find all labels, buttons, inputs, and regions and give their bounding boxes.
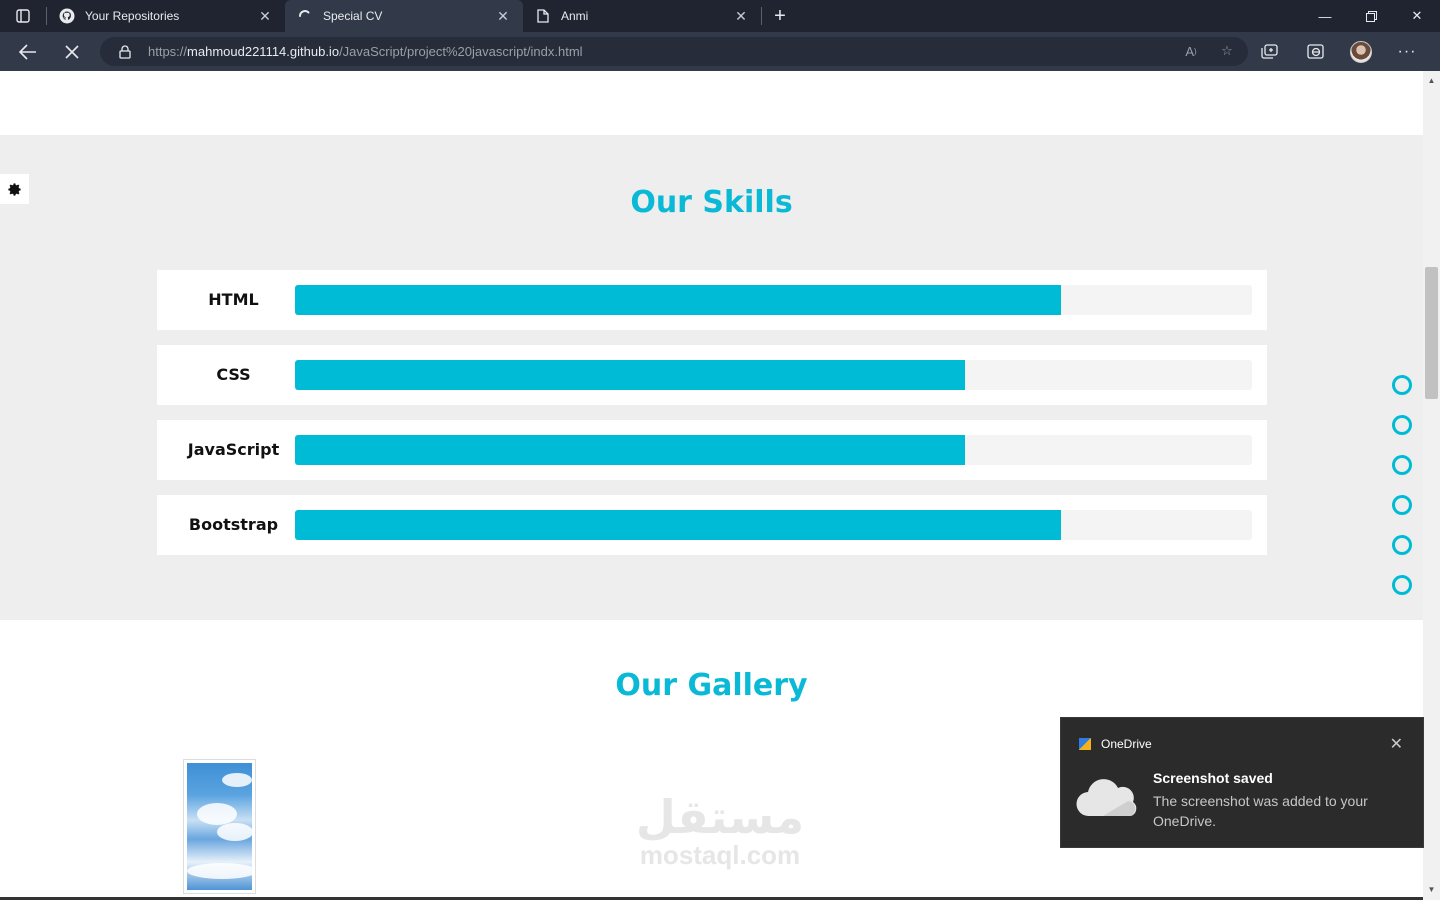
scroll-down-arrow-icon[interactable]: ▼ — [1427, 885, 1436, 894]
nav-bullet[interactable] — [1392, 415, 1412, 435]
browser-window: Your Repositories ✕ Special CV ✕ Anmi ✕ … — [0, 0, 1440, 900]
address-bar-icons: A) ☆ — [1182, 41, 1236, 61]
skill-progress-fill — [295, 285, 1061, 315]
notification-title: Screenshot saved — [1153, 770, 1273, 786]
settings-toggle-button[interactable] — [0, 174, 29, 204]
nav-bullet[interactable] — [1392, 535, 1412, 555]
skill-progress-track — [295, 435, 1252, 465]
url-path: /JavaScript/project%20javascript/indx.ht… — [339, 44, 583, 59]
notification-body: The screenshot was added to your OneDriv… — [1153, 793, 1368, 829]
skill-progress-track — [295, 285, 1252, 315]
tab-title: Anmi — [561, 9, 589, 23]
internet-explorer-mode-button[interactable] — [1292, 32, 1338, 71]
skill-name: JavaScript — [187, 440, 280, 459]
read-aloud-icon[interactable]: A) — [1182, 41, 1200, 61]
skill-progress-fill — [295, 435, 965, 465]
ie-mode-icon — [1306, 44, 1324, 59]
new-tab-button[interactable]: + — [762, 0, 798, 32]
close-notification-icon[interactable]: ✕ — [1390, 734, 1403, 754]
favorite-star-icon[interactable]: ☆ — [1218, 41, 1236, 61]
tab-strip: Your Repositories ✕ Special CV ✕ Anmi ✕ … — [0, 0, 1440, 32]
navigation-toolbar: https://mahmoud221114.github.io/JavaScri… — [0, 32, 1440, 71]
settings-and-more-button[interactable]: ··· — [1384, 32, 1430, 71]
close-icon: ✕ — [1411, 8, 1423, 23]
restore-icon — [1365, 10, 1377, 22]
skills-section: Our Skills HTML CSS JavaScript Bootstrap — [0, 135, 1423, 620]
onedrive-cloud-icon — [1076, 779, 1137, 817]
tab-special-cv[interactable]: Special CV ✕ — [285, 0, 523, 32]
skill-row-html: HTML — [157, 270, 1267, 330]
stop-icon — [65, 44, 79, 59]
plus-icon: + — [774, 4, 786, 27]
watermark-english: mostaql.com — [639, 840, 801, 870]
cloud-shape — [217, 823, 252, 841]
profile-button[interactable] — [1338, 32, 1384, 71]
skill-row-javascript: JavaScript — [157, 420, 1267, 480]
skills-title: Our Skills — [630, 185, 793, 220]
close-tab-icon[interactable]: ✕ — [495, 8, 511, 24]
skill-progress-track — [295, 360, 1252, 390]
skill-name: Bootstrap — [188, 515, 279, 534]
scrollbar-thumb[interactable] — [1425, 267, 1438, 399]
window-controls: — ✕ — [1302, 0, 1440, 32]
cloud-shape — [222, 773, 252, 787]
vertical-scrollbar[interactable]: ▲ ▼ — [1423, 71, 1440, 900]
tab-title: Special CV — [323, 9, 383, 23]
minimize-button[interactable]: — — [1302, 0, 1348, 32]
section-nav-bullets — [1392, 375, 1414, 615]
minimize-icon: — — [1318, 8, 1332, 24]
skill-row-bootstrap: Bootstrap — [157, 495, 1267, 555]
scroll-up-arrow-icon[interactable]: ▲ — [1427, 76, 1436, 85]
page-icon — [535, 8, 551, 24]
skill-progress-fill — [295, 510, 1061, 540]
url-scheme: https:// — [148, 44, 188, 59]
back-button[interactable] — [6, 32, 50, 71]
more-dots-icon: ··· — [1397, 42, 1417, 60]
url-text: https://mahmoud221114.github.io/JavaScri… — [148, 44, 583, 59]
browser-tools: ··· — [1246, 32, 1430, 71]
skill-name: CSS — [216, 365, 251, 384]
skill-name: HTML — [208, 290, 259, 309]
nav-bullet[interactable] — [1392, 455, 1412, 475]
github-icon — [59, 8, 75, 24]
skill-progress-fill — [295, 360, 965, 390]
stop-loading-button[interactable] — [50, 32, 94, 71]
url-host: mahmoud221114.github.io — [187, 44, 340, 59]
skill-row-css: CSS — [157, 345, 1267, 405]
close-tab-icon[interactable]: ✕ — [257, 8, 273, 24]
nav-bullet[interactable] — [1392, 575, 1412, 595]
collections-icon — [1260, 44, 1278, 59]
sky-clouds-image — [187, 763, 252, 890]
nav-bullet[interactable] — [1392, 495, 1412, 515]
tab-actions-menu-button[interactable] — [0, 0, 46, 32]
cloud-shape — [187, 863, 252, 879]
onedrive-app-icon — [1079, 738, 1091, 750]
notification-app-header: OneDrive — [1079, 737, 1152, 751]
watermark-arabic: مستقل — [635, 791, 805, 843]
nav-bullet[interactable] — [1392, 375, 1412, 395]
gallery-title: Our Gallery — [615, 668, 808, 703]
avatar — [1350, 40, 1372, 63]
skill-progress-track — [295, 510, 1252, 540]
tab-your-repositories[interactable]: Your Repositories ✕ — [47, 0, 285, 32]
collections-button[interactable] — [1246, 32, 1292, 71]
notification-app-name: OneDrive — [1101, 737, 1152, 751]
mostaql-watermark: مستقل mostaql.com — [630, 793, 810, 869]
close-window-button[interactable]: ✕ — [1394, 0, 1440, 32]
close-tab-icon[interactable]: ✕ — [733, 8, 749, 24]
address-bar[interactable]: https://mahmoud221114.github.io/JavaScri… — [100, 37, 1248, 66]
loading-spinner-icon — [297, 8, 313, 24]
tab-actions-icon — [16, 9, 30, 23]
gallery-image[interactable] — [183, 759, 256, 894]
cloud-shape — [197, 803, 237, 825]
tab-anmi[interactable]: Anmi ✕ — [523, 0, 761, 32]
gear-icon — [8, 182, 21, 196]
tab-title: Your Repositories — [85, 9, 180, 23]
onedrive-notification[interactable]: OneDrive ✕ Screenshot saved The screensh… — [1060, 717, 1424, 848]
back-arrow-icon — [19, 43, 36, 60]
restore-button[interactable] — [1348, 0, 1394, 32]
lock-icon[interactable] — [118, 44, 132, 59]
